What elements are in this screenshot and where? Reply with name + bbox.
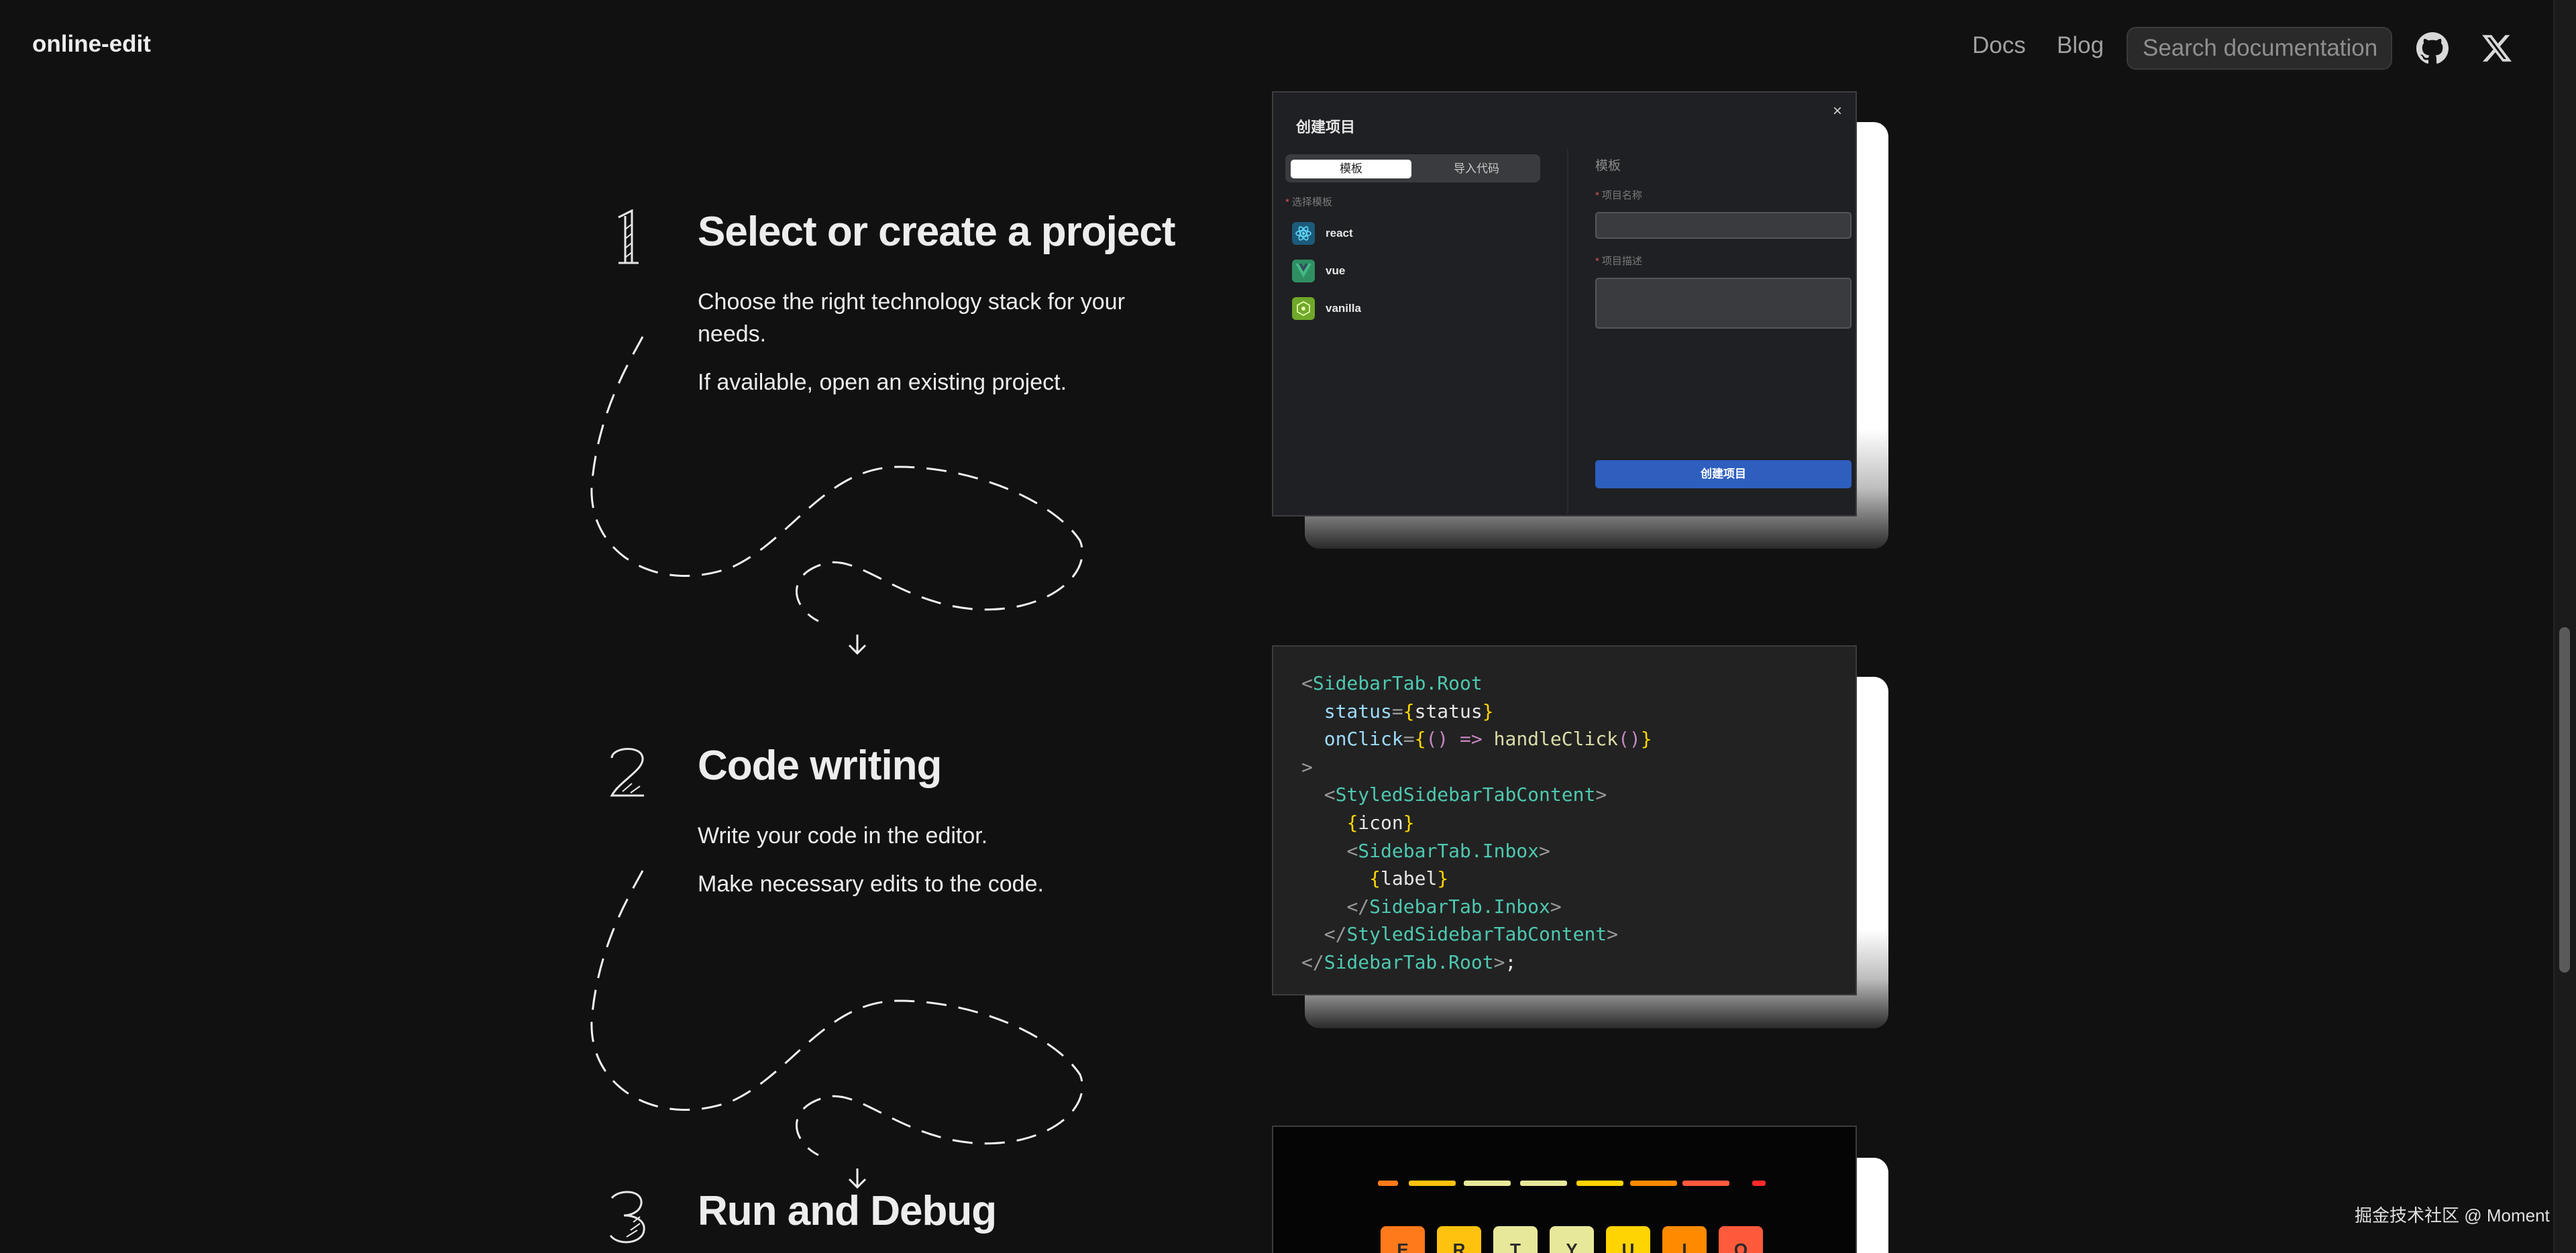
top-navbar: online-edit Docs Blog (0, 0, 2576, 95)
template-item-vue[interactable]: vue (1292, 259, 1493, 283)
vue-icon (1292, 260, 1315, 282)
project-desc-textarea[interactable] (1595, 278, 1851, 329)
note-bar-segment (1630, 1181, 1677, 1186)
nav-blog-link[interactable]: Blog (2057, 32, 2104, 59)
create-project-dialog: 创建项目 × 模板 导入代码 * 选择模板 react vue vanilla 模… (1272, 91, 1857, 516)
step-1-title: Select or create a project (698, 209, 1175, 255)
search-input[interactable] (2127, 27, 2392, 70)
dialog-divider (1567, 149, 1568, 514)
step-2-text-1: Write your code in the editor. (698, 823, 988, 849)
template-name-vue: vue (1326, 264, 1346, 277)
code-line: </StyledSidebarTabContent> (1324, 923, 1619, 946)
note-bar-segment (1520, 1181, 1567, 1186)
template-item-vanilla[interactable]: vanilla (1292, 296, 1493, 321)
code-line: {label} (1369, 867, 1449, 890)
code-line: <SidebarTab.Inbox> (1346, 839, 1550, 862)
select-template-label: * 选择模板 (1285, 197, 1332, 208)
key-y[interactable]: Y (1550, 1226, 1594, 1253)
code-line: <StyledSidebarTabContent> (1324, 783, 1607, 806)
brand-logo[interactable]: online-edit (32, 31, 151, 58)
code-editor-snippet: <SidebarTab.Root status={status} onClick… (1272, 645, 1857, 995)
note-bar-segment (1576, 1181, 1623, 1186)
step-number-3 (609, 1191, 645, 1244)
project-desc-label: * 项目描述 (1595, 256, 1642, 267)
tab-import-code[interactable]: 导入代码 (1418, 160, 1535, 178)
template-name-vanilla: vanilla (1326, 302, 1361, 315)
template-name-react: react (1326, 227, 1353, 239)
code-line: </SidebarTab.Inbox> (1346, 895, 1562, 918)
template-item-react[interactable]: react (1292, 221, 1493, 246)
key-t[interactable]: T (1493, 1226, 1538, 1253)
dialog-title: 创建项目 (1296, 119, 1356, 135)
project-name-input[interactable] (1595, 212, 1851, 239)
code-line: </SidebarTab.Root>; (1301, 950, 1517, 973)
x-icon[interactable] (2479, 31, 2514, 66)
step-number-2 (610, 748, 644, 797)
project-name-label: * 项目名称 (1595, 190, 1642, 201)
note-bar-segment (1409, 1181, 1456, 1186)
step-3-title: Run and Debug (698, 1188, 997, 1234)
key-e[interactable]: E (1381, 1226, 1425, 1253)
note-bar-segment (1752, 1181, 1766, 1186)
nav-docs-link[interactable]: Docs (1972, 32, 2026, 59)
template-import-segmented: 模板 导入代码 (1285, 154, 1540, 182)
code-line: > (1301, 755, 1313, 778)
game-preview: ERTYUIO (1272, 1126, 1857, 1253)
step-2-title: Code writing (698, 743, 942, 789)
page-scrollbar-thumb[interactable] (2559, 627, 2570, 973)
key-r[interactable]: R (1437, 1226, 1481, 1253)
step-number-1 (618, 209, 639, 264)
page-scrollbar-track[interactable] (2553, 0, 2576, 1253)
code-line: <SidebarTab.Root (1301, 672, 1483, 694)
dashed-path-arrow (590, 336, 1083, 655)
note-bar-segment (1464, 1181, 1511, 1186)
watermark-text: 掘金技术社区 @ Moment (2355, 1205, 2550, 1225)
key-o[interactable]: O (1719, 1226, 1763, 1253)
code-line: status={status} (1324, 700, 1494, 722)
code-line: onClick={() => handleClick()} (1324, 728, 1652, 751)
close-icon[interactable]: × (1833, 102, 1842, 121)
code-line: {icon} (1346, 811, 1415, 834)
note-bar-segment (1378, 1181, 1398, 1186)
key-i[interactable]: I (1662, 1226, 1707, 1253)
create-project-button[interactable]: 创建项目 (1595, 460, 1851, 488)
react-icon (1292, 222, 1315, 245)
key-u[interactable]: U (1606, 1226, 1650, 1253)
dashed-path-arrow-2 (590, 870, 1083, 1189)
template-heading: 模板 (1595, 159, 1621, 173)
tab-template[interactable]: 模板 (1291, 160, 1411, 178)
note-bar-segment (1682, 1181, 1729, 1186)
vanilla-icon (1292, 297, 1315, 320)
github-icon[interactable] (2415, 31, 2450, 66)
